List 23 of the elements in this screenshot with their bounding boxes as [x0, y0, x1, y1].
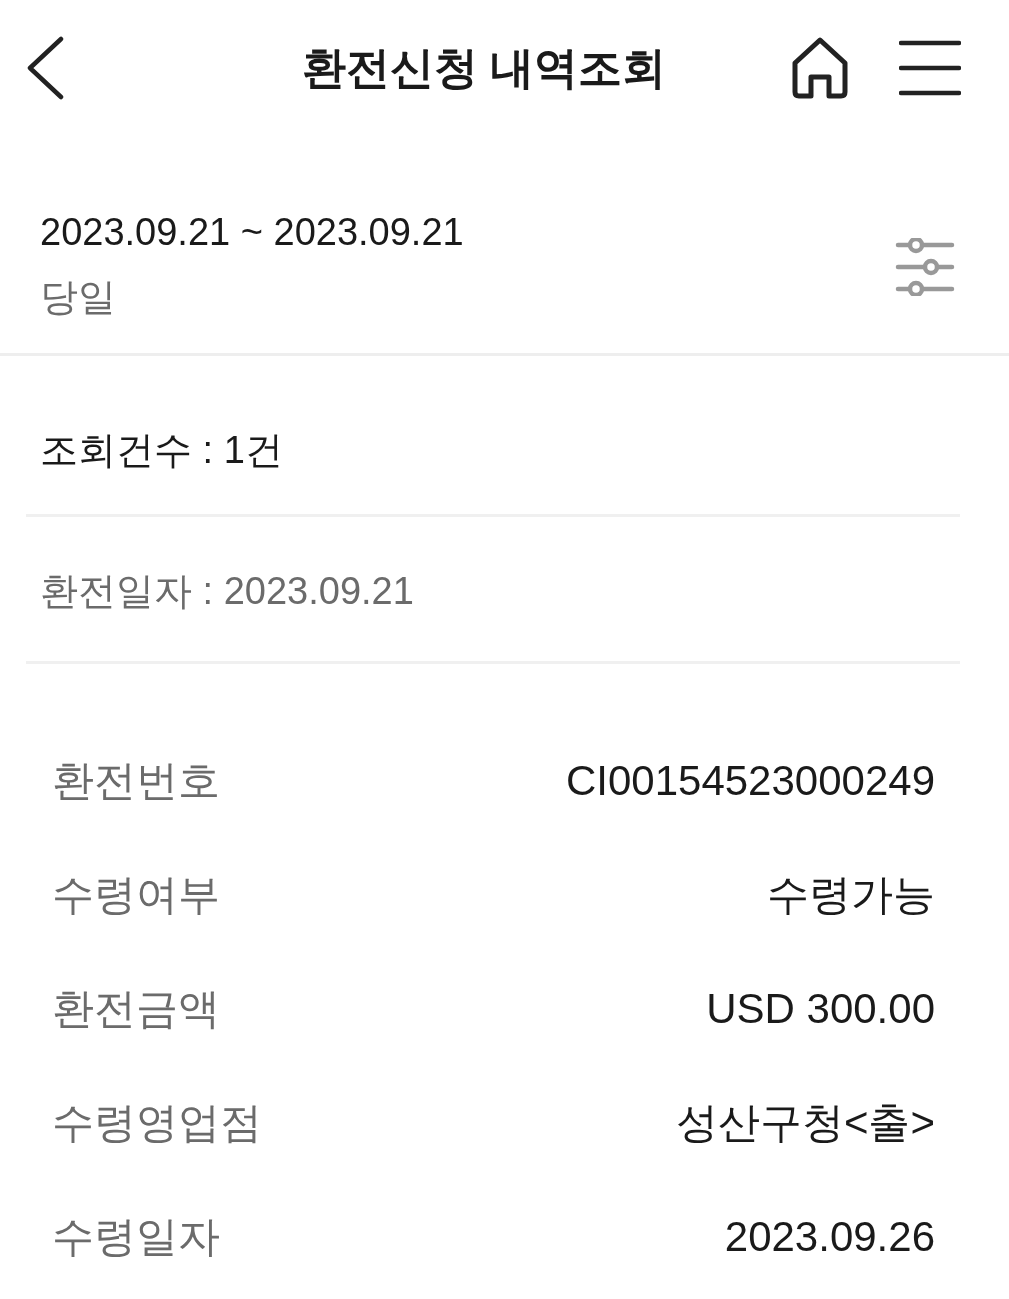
page-title: 환전신청 내역조회: [302, 42, 667, 94]
chevron-left-icon: [26, 36, 64, 100]
detail-label: 환전번호: [52, 756, 220, 806]
sliders-icon: [895, 238, 955, 296]
detail-value: 성산구청<출>: [675, 1098, 935, 1148]
detail-label: 환전금액: [52, 984, 220, 1034]
back-button[interactable]: [26, 36, 64, 100]
detail-value: USD 300.00: [706, 985, 935, 1033]
period-label: 당일: [40, 275, 117, 320]
detail-label: 수령여부: [52, 870, 220, 920]
detail-value: 수령가능: [767, 870, 935, 920]
detail-value: 2023.09.26: [724, 1213, 935, 1261]
home-button[interactable]: [791, 37, 849, 99]
menu-button[interactable]: [899, 39, 961, 97]
detail-label: 수령영업점: [52, 1098, 262, 1148]
exchange-date: 환전일자 : 2023.09.21: [40, 569, 415, 614]
filter-button[interactable]: [895, 238, 955, 296]
date-range: 2023.09.21 ~ 2023.09.21: [40, 210, 464, 255]
detail-value: CI00154523000249: [565, 757, 935, 805]
home-icon: [791, 37, 849, 99]
menu-icon: [899, 39, 961, 97]
result-count: 조회건수 : 1건: [40, 428, 284, 473]
detail-label: 수령일자: [52, 1212, 220, 1262]
